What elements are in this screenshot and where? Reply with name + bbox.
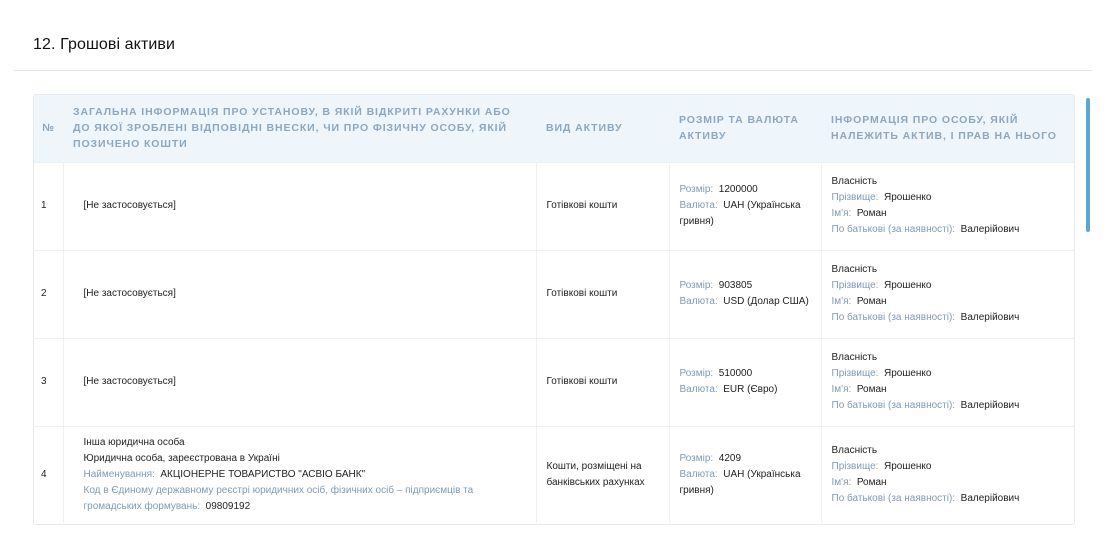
org-name-value: АКЦІОНЕРНЕ ТОВАРИСТВО "АСВІО БАНК" bbox=[160, 468, 366, 480]
name-label: Ім'я: bbox=[831, 384, 852, 395]
amount-cell: Розмір: 510000 Валюта: EUR (Євро) bbox=[668, 338, 821, 426]
owner-cell: Власність Прізвище: Ярошенко Ім'я: Роман… bbox=[820, 250, 1074, 338]
vertical-scrollbar[interactable] bbox=[1086, 98, 1090, 232]
ownership-label: Власність bbox=[831, 444, 878, 456]
surname-value: Ярошенко bbox=[883, 192, 932, 203]
patronymic-label: По батькові (за наявності): bbox=[831, 224, 956, 235]
header-num: № bbox=[42, 122, 55, 135]
asset-type: Готівкові кошти bbox=[535, 250, 669, 338]
currency-label: Валюта: bbox=[679, 296, 718, 307]
row-number: 1 bbox=[41, 200, 47, 211]
patronymic-label: По батькові (за наявності): bbox=[831, 312, 956, 323]
size-label: Розмір: bbox=[679, 184, 714, 195]
currency-label: Валюта: bbox=[679, 468, 718, 480]
owner-cell: Власність Прізвище: Ярошенко Ім'я: Роман… bbox=[820, 338, 1074, 426]
ownership-label: Власність bbox=[831, 352, 878, 363]
institution-info: [Не застосовується] bbox=[62, 338, 536, 426]
section-divider bbox=[14, 70, 1092, 71]
currency-label: Валюта: bbox=[679, 384, 718, 395]
name-value: Роман bbox=[856, 476, 887, 488]
patronymic-value: Валерійович bbox=[960, 400, 1020, 411]
patronymic-value: Валерійович bbox=[960, 492, 1020, 504]
org-code-value: 09809192 bbox=[205, 500, 251, 512]
institution-info: [Не застосовується] bbox=[62, 250, 536, 338]
size-label: Розмір: bbox=[679, 280, 714, 291]
size-label: Розмір: bbox=[679, 368, 714, 379]
table-header-row: № Загальна інформація про установу, в як… bbox=[34, 95, 1074, 162]
row-number: 3 bbox=[41, 376, 47, 387]
row-number: 4 bbox=[41, 468, 47, 480]
institution-type: Інша юридична особа bbox=[83, 436, 185, 448]
org-name-label: Найменування: bbox=[83, 468, 155, 480]
surname-label: Прізвище: bbox=[831, 460, 879, 472]
org-code-label: Код в Єдиному державному реєстрі юридичн… bbox=[83, 484, 474, 512]
institution-info: [Не застосовується] bbox=[62, 162, 536, 250]
institution-info: Інша юридична особа Юридична особа, заре… bbox=[62, 426, 536, 523]
patronymic-value: Валерійович bbox=[960, 312, 1020, 323]
currency-value: USD (Долар США) bbox=[723, 296, 809, 307]
header-institution: Загальна інформація про установу, в якій… bbox=[73, 106, 511, 151]
name-label: Ім'я: bbox=[831, 208, 852, 219]
surname-value: Ярошенко bbox=[883, 460, 932, 472]
surname-value: Ярошенко bbox=[883, 280, 932, 291]
surname-label: Прізвище: bbox=[831, 192, 879, 203]
size-label: Розмір: bbox=[679, 452, 714, 464]
name-value: Роман bbox=[856, 296, 887, 307]
size-value: 903805 bbox=[718, 280, 753, 291]
row-number: 2 bbox=[41, 288, 47, 299]
asset-type: Готівкові кошти bbox=[535, 162, 669, 250]
amount-cell: Розмір: 4209 Валюта: UAH (Українська гри… bbox=[668, 426, 821, 523]
name-value: Роман bbox=[856, 208, 887, 219]
amount-cell: Розмір: 1200000 Валюта: UAH (Українська … bbox=[668, 162, 821, 250]
ownership-label: Власність bbox=[831, 264, 878, 275]
table-row: 4 Інша юридична особа Юридична особа, за… bbox=[34, 426, 1074, 523]
patronymic-label: По батькові (за наявності): bbox=[831, 400, 956, 411]
currency-label: Валюта: bbox=[679, 200, 718, 211]
header-amount: Розмір та валюта активу bbox=[679, 114, 799, 143]
amount-cell: Розмір: 903805 Валюта: USD (Долар США) bbox=[668, 250, 821, 338]
name-label: Ім'я: bbox=[831, 476, 852, 488]
section-title: 12. Грошові активи bbox=[33, 36, 176, 53]
name-value: Роман bbox=[856, 384, 887, 395]
ownership-label: Власність bbox=[831, 176, 878, 187]
asset-type: Готівкові кошти bbox=[535, 338, 669, 426]
size-value: 510000 bbox=[718, 368, 753, 379]
institution-registration: Юридична особа, зареєстрована в Україні bbox=[83, 452, 280, 464]
table-row: 2 [Не застосовується] Готівкові кошти Ро… bbox=[34, 250, 1074, 338]
surname-label: Прізвище: bbox=[831, 368, 879, 379]
asset-type: Кошти, розміщені на банківських рахунках bbox=[535, 426, 669, 523]
header-owner: Інформація про особу, якій належить акти… bbox=[831, 114, 1057, 143]
surname-value: Ярошенко bbox=[883, 368, 932, 379]
size-value: 4209 bbox=[718, 452, 742, 464]
surname-label: Прізвище: bbox=[831, 280, 879, 291]
owner-cell: Власність Прізвище: Ярошенко Ім'я: Роман… bbox=[820, 426, 1074, 523]
header-asset-type: Вид активу bbox=[546, 122, 623, 135]
patronymic-value: Валерійович bbox=[960, 224, 1020, 235]
currency-value: EUR (Євро) bbox=[723, 384, 778, 395]
patronymic-label: По батькові (за наявності): bbox=[831, 492, 956, 504]
name-label: Ім'я: bbox=[831, 296, 852, 307]
size-value: 1200000 bbox=[718, 184, 758, 195]
table-row: 3 [Не застосовується] Готівкові кошти Ро… bbox=[34, 338, 1074, 426]
table-row: 1 [Не застосовується] Готівкові кошти Ро… bbox=[34, 162, 1074, 250]
monetary-assets-table: № Загальна інформація про установу, в як… bbox=[33, 94, 1075, 525]
owner-cell: Власність Прізвище: Ярошенко Ім'я: Роман… bbox=[820, 162, 1074, 250]
